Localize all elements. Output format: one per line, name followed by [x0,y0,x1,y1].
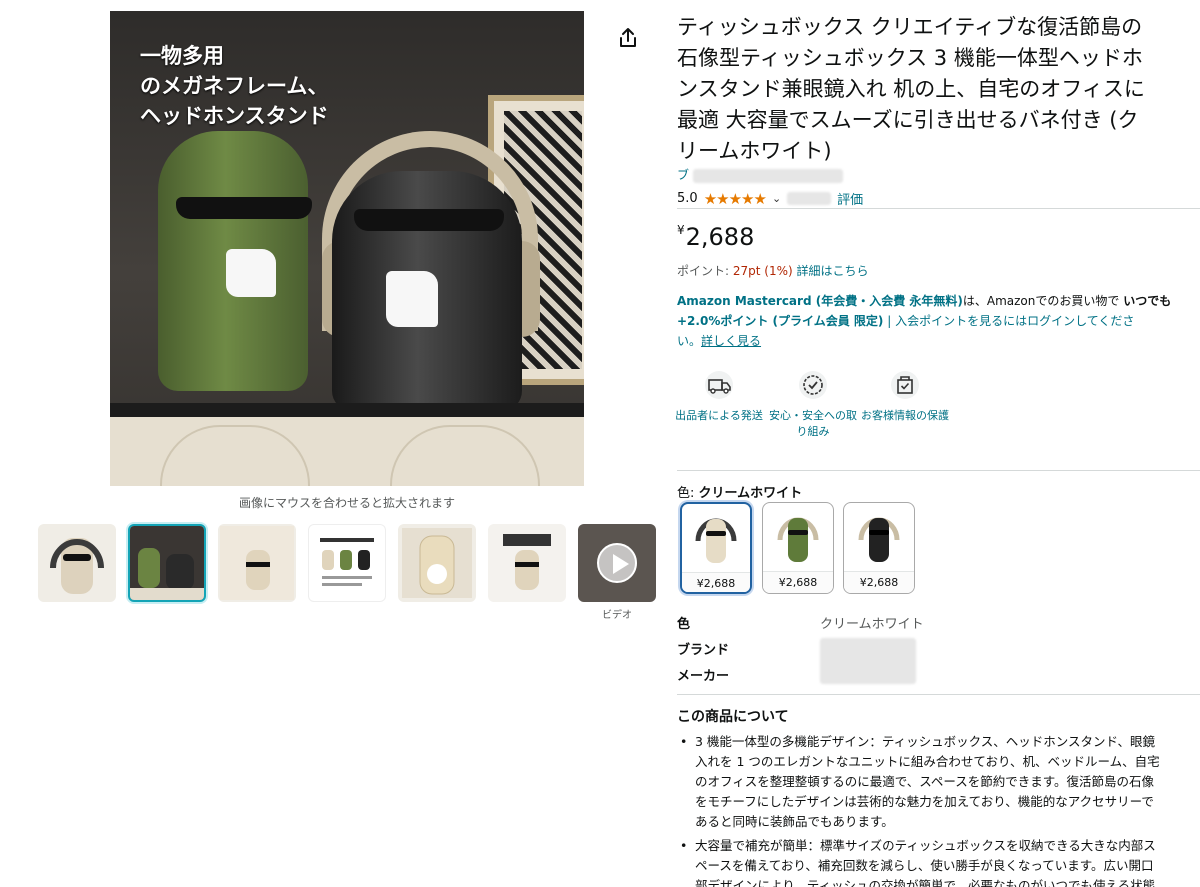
about-heading: この商品について [677,709,789,725]
badge-seller-shipping[interactable]: 出品者による発送 [673,370,765,424]
title-line-4: 最適 大容量でスムーズに引き出せるバネ付き (ク [677,108,1139,132]
truck-icon [705,371,733,399]
points-label: ポイント: [677,264,733,278]
divider [677,694,1200,695]
blurred-rating-count [787,192,832,205]
swatch-cream-white[interactable]: ¥2,688 [680,502,752,594]
card-offer-text: は、Amazonでのお買い物で [962,294,1124,308]
title-line-1: ティッシュボックス クリエイティブな復活節島の [677,15,1143,39]
about-bullets: 3 機能一体型の多機能デザイン：ティッシュボックス、ヘッドホンスタンド、眼鏡 入… [677,732,1200,887]
points-value: 27pt [732,264,761,278]
badge-privacy[interactable]: お客様情報の保護 [859,370,951,424]
divider [677,208,1200,209]
thumbnail-4[interactable] [308,524,386,602]
title-line-3: ンスタンド兼眼鏡入れ 机の上、自宅のオフィスに [677,77,1145,101]
trust-badges: 出品者による発送 安心・安全への取り組み お客様情報の保護 [675,370,977,450]
green-statue-icon [777,517,819,562]
chevron-down-icon[interactable]: ⌄ [772,192,781,205]
shield-check-icon [799,371,827,399]
points-row: ポイント: 27pt (1%) 詳細はこちら [677,262,869,279]
main-product-image[interactable]: 一物多用 のメガネフレーム、 ヘッドホンスタンド [110,11,584,486]
rating-count-link[interactable]: 評価 [837,189,863,208]
swatch-price: ¥2,688 [682,572,750,592]
card-offer-points[interactable]: +2.0%ポイント (プライム会員 限定) [677,314,883,328]
learn-more-link[interactable]: 詳しく見る [701,334,761,348]
thumbnail-1[interactable] [38,524,116,602]
sunglasses-graphic-2 [354,209,504,231]
badge-safety-label: 安心・安全への取り組み [769,409,857,438]
tissue-graphic-2 [386,271,438,327]
tissue-graphic [226,249,276,297]
sunglasses-graphic [176,197,312,219]
card-offer-tail: いつでも [1123,294,1172,308]
bullet-2: 大容量で補充が簡単：標準サイズのティッシュボックスを収納できる大きな内部ス ペー… [677,836,1200,887]
thumbnail-video[interactable] [578,524,656,602]
product-page: 一物多用 のメガネフレーム、 ヘッドホンスタンド 画像にマウスを合わせると拡大さ… [0,0,1200,887]
badge-privacy-label: お客様情報の保護 [861,409,949,422]
zoom-hint: 画像にマウスを合わせると拡大されます [238,496,455,510]
thumbnail-2[interactable] [128,524,206,602]
blurred-brand [692,168,843,183]
divider [677,470,1200,471]
swatch-price: ¥2,688 [763,571,833,593]
spec-color-label: 色 [677,617,691,632]
star-rating-icon[interactable]: ★★★★★ [704,190,767,208]
brand-store-link[interactable]: ブ [677,166,843,183]
card-offer-link[interactable]: Amazon Mastercard (年会費・入会費 永年無料) [677,294,963,308]
swatch-black[interactable]: ¥2,688 [843,502,915,594]
brand-prefix: ブ [677,168,690,182]
title-line-5: リームホワイト) [677,139,832,163]
counter-top [110,403,584,417]
badge-safety[interactable]: 安心・安全への取り組み [767,370,859,440]
price-symbol: ¥ [677,223,685,237]
swatch-price: ¥2,688 [844,571,914,593]
spec-brand-label: ブランド [677,643,730,658]
secure-bag-icon [891,371,919,399]
card-offer-login-text[interactable]: | 入会ポイントを見るにはログインしてくださ [883,314,1134,328]
color-selected-value: クリームホワイト [698,486,803,501]
points-details-link[interactable]: 詳細はこちら [797,264,869,278]
color-selected-label: 色: クリームホワイト [677,482,802,501]
rating-value: 5.0 [677,191,698,206]
color-label: 色: [677,486,699,501]
card-offer-line3: い。 [677,334,702,348]
image-caption: 一物多用 のメガネフレーム、 ヘッドホンスタンド [140,43,329,128]
rating-row: 5.0 ★★★★★ ⌄ 評価 [677,189,863,209]
badge-seller-shipping-label: 出品者による発送 [675,409,763,422]
spec-maker-label: メーカー [677,669,730,684]
title-line-2: 石像型ティッシュボックス 3 機能一体型ヘッドホ [677,46,1143,70]
product-title: ティッシュボックス クリエイティブな復活節島の 石像型ティッシュボックス 3 機… [677,12,1200,167]
card-offer: Amazon Mastercard (年会費・入会費 永年無料)は、Amazon… [677,291,1200,351]
thumbnail-3[interactable] [218,524,296,602]
swatch-green[interactable]: ¥2,688 [762,502,834,594]
play-icon [597,543,637,583]
thumbnail-6[interactable] [488,524,566,602]
black-statue-icon [858,517,900,562]
cream-statue-icon [695,518,737,563]
blurred-brand-maker [820,638,916,684]
cabinet [110,417,584,486]
spec-color-value: クリームホワイト [820,617,924,632]
video-label: ビデオ [602,610,632,621]
share-icon[interactable] [616,26,640,50]
thumbnail-5[interactable] [398,524,476,602]
bullet-1: 3 機能一体型の多機能デザイン：ティッシュボックス、ヘッドホンスタンド、眼鏡 入… [677,732,1200,832]
price-value: 2,688 [685,223,755,251]
price: ¥2,688 [677,223,754,251]
points-percent: (1%) [764,264,793,278]
